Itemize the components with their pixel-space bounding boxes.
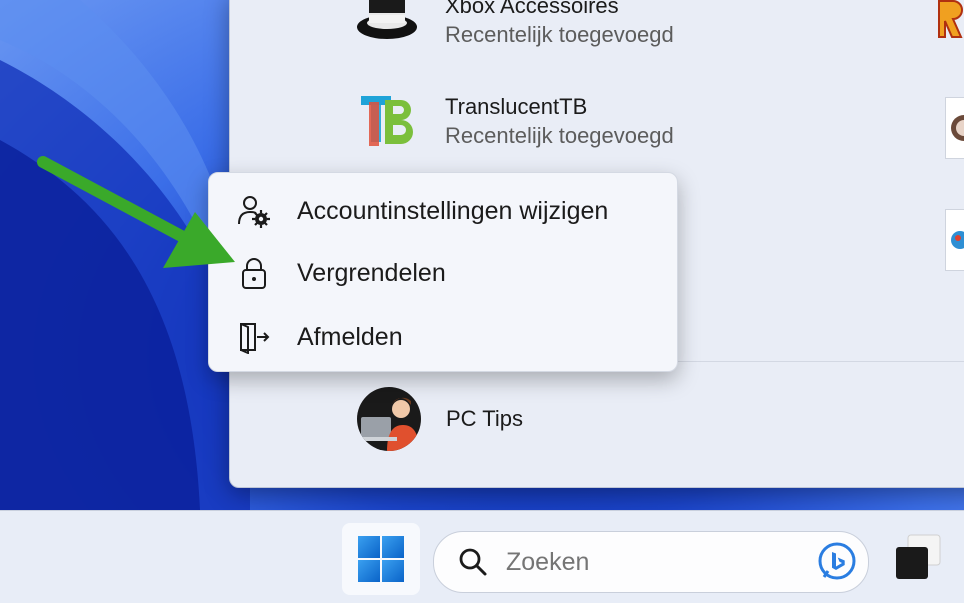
sign-out-icon — [237, 320, 271, 354]
menu-item-label: Vergrendelen — [297, 258, 446, 287]
pinned-app-icon — [951, 231, 964, 249]
app-subtitle: Recentelijk toegevoegd — [445, 22, 674, 47]
pointer-arrow — [37, 156, 235, 268]
account-context-menu: Accountinstellingen wijzigen Vergrendele… — [208, 172, 678, 372]
search-icon — [456, 545, 490, 579]
app-subtitle: Recentelijk toegevoegd — [445, 123, 674, 148]
menu-item-label: Accountinstellingen wijzigen — [297, 196, 609, 225]
menu-item-label: Afmelden — [297, 322, 403, 351]
task-view-icon[interactable] — [894, 533, 942, 581]
menu-item-lock[interactable]: Vergrendelen — [209, 243, 677, 303]
taskbar — [0, 510, 964, 603]
app-name: Xbox Accessoires — [445, 0, 619, 18]
pinned-app-tile[interactable] — [945, 209, 964, 271]
bing-chat-icon[interactable] — [816, 541, 858, 583]
user-name: PC Tips — [446, 406, 524, 431]
app-item-xbox-accessoires[interactable]: Xbox Accessoires Recentelijk toegevoegd — [355, 0, 674, 56]
pinned-app-icon — [938, 0, 963, 38]
xbox-accessories-icon — [355, 0, 419, 53]
windows-logo-icon — [358, 536, 404, 582]
avatar — [357, 387, 421, 451]
translucenttb-icon — [355, 90, 419, 154]
menu-item-sign-out[interactable]: Afmelden — [209, 307, 677, 367]
search-input[interactable] — [504, 546, 808, 578]
pinned-app-tile[interactable] — [933, 0, 963, 43]
pinned-app-icon — [951, 115, 964, 141]
taskbar-search-box[interactable] — [433, 531, 869, 593]
app-item-translucenttb[interactable]: TranslucentTB Recentelijk toegevoegd — [355, 87, 674, 157]
app-name: TranslucentTB — [445, 94, 588, 119]
menu-item-account-settings[interactable]: Accountinstellingen wijzigen — [209, 181, 677, 241]
start-button[interactable] — [342, 523, 420, 595]
pinned-app-tile[interactable] — [945, 97, 964, 159]
user-account-button[interactable]: PC Tips — [357, 387, 523, 451]
